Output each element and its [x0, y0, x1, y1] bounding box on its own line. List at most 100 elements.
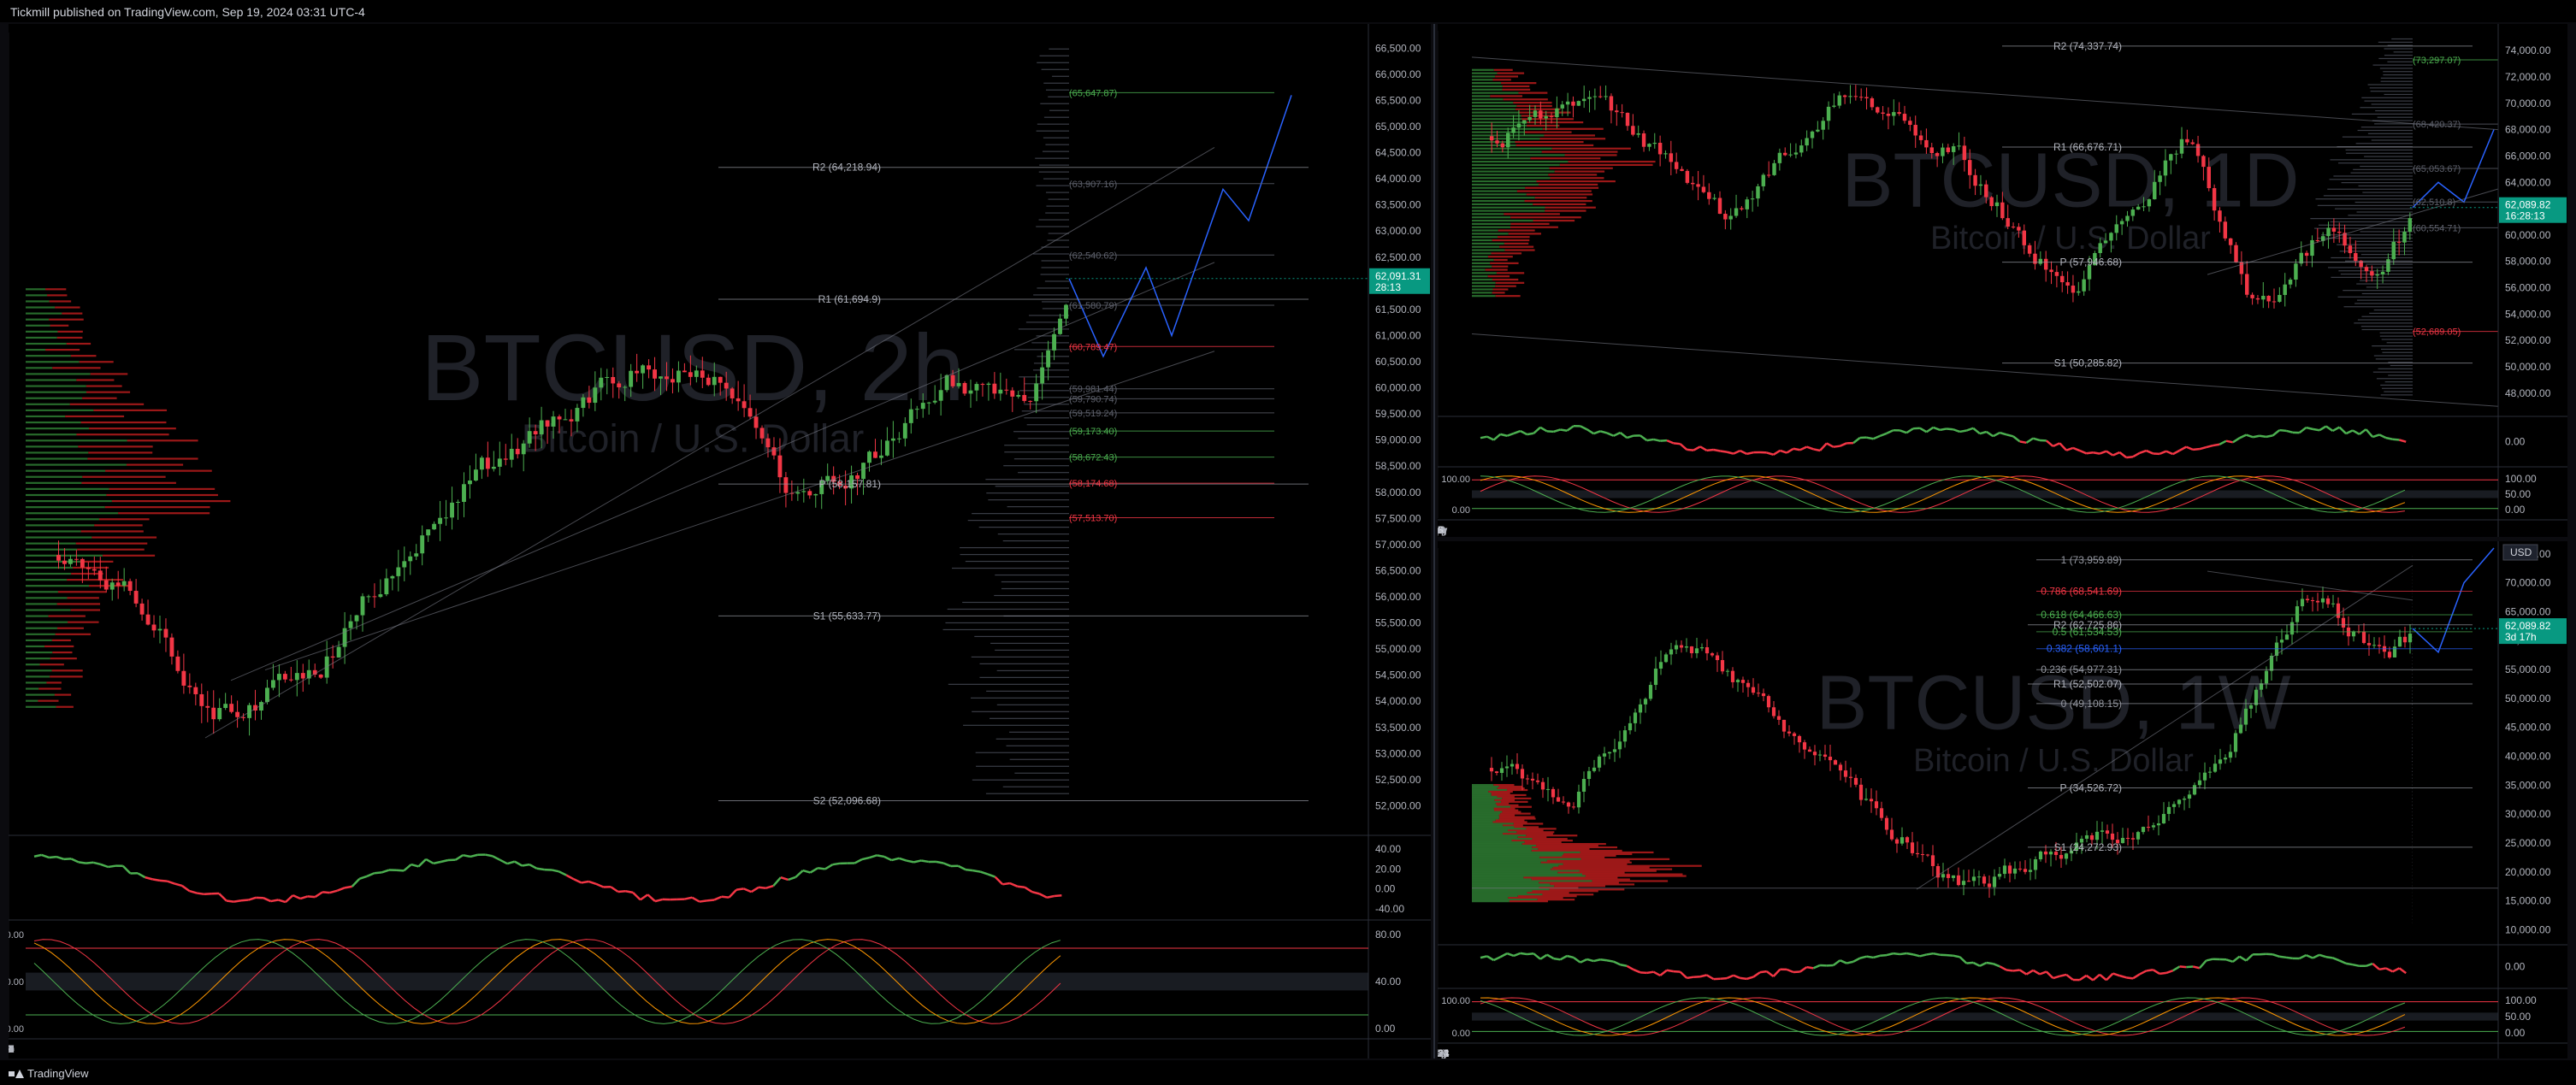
volume-profile-bar — [1472, 174, 1549, 176]
candle-up — [575, 408, 580, 422]
chart-pane-1d[interactable]: BTCUSD, 1D Bitcoin / U.S. Dollar R2 (74,33… — [1438, 24, 2567, 537]
candle-down — [1910, 842, 1915, 853]
candle-down — [1833, 760, 1838, 765]
volume-profile-bar — [57, 330, 83, 333]
volume-profile-bar — [26, 687, 39, 690]
candle-up — [2320, 598, 2325, 603]
volume-profile-bar — [1472, 847, 1539, 851]
chart-pane-1w[interactable]: BTCUSD, 1W Bitcoin / U.S. Dollar R2 (62,72… — [1438, 541, 2567, 1058]
volume-profile-bar — [1472, 841, 1525, 844]
last-price-value: 62,091.31 — [1375, 270, 1421, 282]
volume-profile-bar — [1472, 239, 1492, 242]
side-level-label: (57,513.70) — [1069, 513, 1117, 523]
fib-level-label: 0.618 (64,466.63) — [2041, 609, 2122, 621]
candle-down — [587, 397, 592, 404]
candle-down — [1858, 784, 1864, 800]
candle-up — [2028, 870, 2033, 872]
candle-down — [2272, 301, 2277, 303]
tradingview-logo-icon — [9, 1069, 24, 1078]
chart-1w-svg[interactable]: BTCUSD, 1WBitcoin / U.S. DollarR2 (62,72… — [1438, 541, 2567, 1058]
volume-profile-bar — [1472, 75, 1496, 78]
volume-profile-bar — [1504, 249, 1535, 251]
volume-profile-bar — [26, 312, 62, 315]
volume-profile-bar — [80, 530, 144, 533]
candle-up — [265, 687, 269, 703]
candle-up — [1756, 186, 1760, 199]
volume-profile-bar — [1546, 859, 1630, 862]
visible-range-profile-bar — [1045, 89, 1069, 91]
chart-pane-2h[interactable]: BTCUSD, 2h Bitcoin / U.S. Dollar R2 (64,21… — [9, 24, 1431, 1058]
oscillator-1-segment — [1939, 428, 1947, 432]
volume-profile-bar — [1472, 790, 1489, 793]
candle-up — [1058, 318, 1062, 334]
candle-up — [360, 596, 365, 616]
publish-header: Tickmill published on TradingView.com, S… — [0, 0, 2576, 22]
volume-profile-bar — [26, 615, 49, 617]
candle-up — [402, 561, 407, 568]
oscillator-1-segment — [108, 864, 116, 869]
visible-range-profile-bar — [1025, 321, 1069, 323]
pane-divider[interactable] — [1433, 24, 1435, 1058]
visible-range-profile-bar — [963, 724, 1069, 726]
candle-down — [1701, 186, 1706, 192]
volume-profile-bar — [1472, 799, 1495, 801]
visible-range-profile-bar — [1037, 123, 1069, 125]
visible-range-profile-bar — [2359, 280, 2413, 281]
price-axis-tick: 52,000.00 — [2505, 334, 2551, 346]
candle-down — [1691, 182, 1695, 185]
volume-profile-bar — [1532, 838, 1568, 840]
volume-profile-bar — [51, 669, 83, 672]
volume-profile-bar — [1511, 840, 1573, 842]
candle-up — [2119, 221, 2124, 225]
visible-range-profile-bar — [1042, 301, 1069, 303]
candle-up — [986, 383, 991, 386]
candle-up — [1957, 145, 1961, 147]
candle-up — [473, 469, 478, 481]
candle-down — [1823, 754, 1828, 758]
candle-up — [908, 409, 913, 423]
candle-down — [1715, 655, 1720, 661]
visible-range-profile-bar — [2412, 636, 2413, 638]
candle-down — [1929, 147, 1934, 154]
volume-profile-bar — [81, 481, 176, 484]
volume-profile-bar — [1472, 861, 1541, 864]
candle-up — [1735, 680, 1740, 682]
volume-profile-bar — [1507, 788, 1528, 792]
volume-profile-bar — [39, 663, 64, 666]
candle-up — [2408, 218, 2413, 232]
tradingview-logo[interactable]: TradingView — [9, 1067, 89, 1080]
volume-profile-bar — [1494, 799, 1515, 801]
visible-range-profile-bar — [2369, 312, 2413, 315]
visible-range-profile-bar — [1024, 417, 1069, 419]
visible-range-profile-bar — [1038, 219, 1069, 221]
chart-2h-svg[interactable]: BTCUSD, 2hBitcoin / U.S. Dollar R2 (64,21… — [9, 24, 1431, 1058]
volume-profile-bar — [1544, 134, 1596, 137]
candle-down — [1494, 771, 1499, 774]
candle-up — [2351, 631, 2356, 637]
candle-up — [914, 409, 919, 410]
candle-down — [2223, 221, 2228, 239]
volume-profile-bar — [1495, 285, 1516, 287]
side-level-label: (61,580.79) — [1069, 301, 1117, 311]
volume-profile-bar — [1472, 108, 1515, 110]
candle-down — [753, 416, 759, 428]
candle-down — [2234, 245, 2238, 262]
time-axis-tick: Oct — [1438, 524, 1446, 536]
candle-down — [115, 582, 121, 587]
volume-profile-bar — [26, 385, 86, 387]
visible-range-profile-bar — [1002, 540, 1069, 542]
visible-range-profile-bar — [2343, 306, 2413, 308]
candle-down — [1876, 107, 1880, 113]
volume-profile-bar — [1472, 792, 1492, 795]
visible-range-profile-bar — [2377, 116, 2413, 118]
chart-1d-svg[interactable]: BTCUSD, 1DBitcoin / U.S. DollarR2 (74,33… — [1438, 24, 2567, 537]
candle-up — [1622, 730, 1628, 742]
volume-profile-bar — [1472, 147, 1552, 150]
candle-up — [1997, 874, 2002, 877]
visible-range-profile-bar — [1045, 212, 1069, 214]
visible-range-profile-bar — [1021, 410, 1069, 412]
candle-down — [2336, 603, 2341, 618]
volume-profile-bar — [26, 487, 109, 491]
volume-profile-bar — [26, 699, 38, 702]
candle-up — [456, 501, 460, 503]
